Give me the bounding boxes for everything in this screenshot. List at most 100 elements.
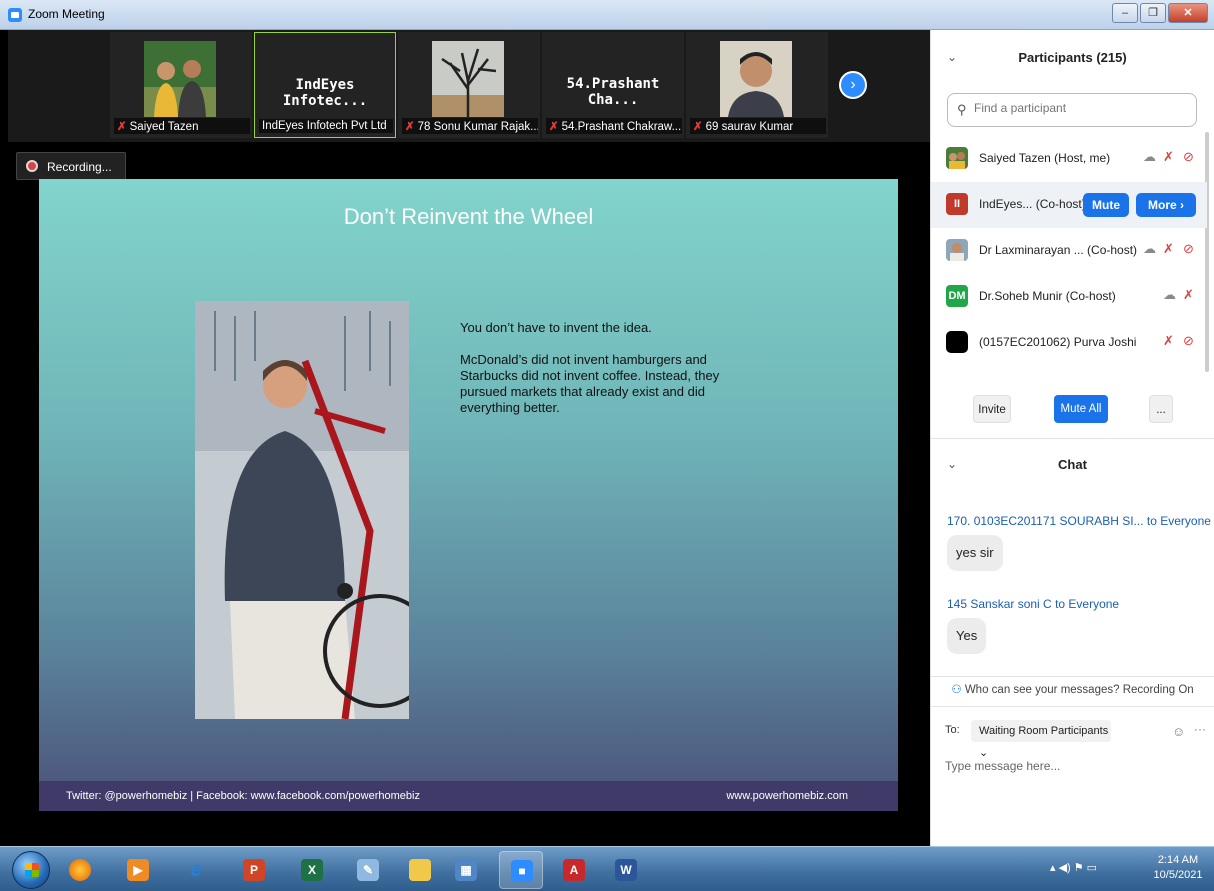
participant-row[interactable]: Saiyed Tazen (Host, me) ☁ ✗ ⊘ xyxy=(931,136,1207,182)
video-off-icon[interactable]: ⊘ xyxy=(1183,333,1194,349)
taskbar-file-explorer[interactable] xyxy=(398,851,442,889)
video-tile-label: Saiyed Tazen xyxy=(129,121,199,133)
chat-message-input[interactable]: Type message here... xyxy=(945,759,1060,773)
mute-all-button[interactable]: Mute All xyxy=(1054,395,1108,423)
mic-off-icon: ✗ xyxy=(117,121,127,133)
next-page-icon[interactable]: › xyxy=(839,71,867,99)
chat-more-icon[interactable]: ··· xyxy=(1194,722,1206,736)
photo-viewer-icon: ▦ xyxy=(455,859,477,881)
video-tile-label: IndEyes Infotech Pvt Ltd xyxy=(262,120,387,132)
taskbar-media-player[interactable]: ▶ xyxy=(116,851,160,889)
clock-date: 10/5/2021 xyxy=(1153,869,1203,881)
chat-sender: 145 Sanskar soni C to Everyone xyxy=(947,597,1120,611)
side-panel: ⌄ Participants (215) ⚲ Saiyed Tazen (Hos… xyxy=(930,30,1214,846)
panel-divider xyxy=(931,676,1214,677)
mute-button[interactable]: Mute xyxy=(1083,193,1129,217)
chat-message: Yes xyxy=(947,618,987,654)
mic-off-icon[interactable]: ✗ xyxy=(1163,149,1174,165)
participant-row[interactable]: (0157EC201062) Purva Joshi ✗ ⊘ xyxy=(931,320,1207,366)
video-tile-label: 78 Sonu Kumar Rajak... xyxy=(417,121,538,133)
chat-title: Chat xyxy=(1058,457,1087,472)
slide-paragraph: McDonald’s did not invent hamburgers and… xyxy=(460,352,720,415)
zoom-meeting-window: Zoom Meeting ‒ ❐ ✕ ✗ Saiyed Tazen IndEye… xyxy=(0,0,1214,891)
system-clock[interactable]: 2:14 AM 10/5/2021 xyxy=(1148,853,1208,883)
participant-name: Dr.Soheb Munir (Co-host) xyxy=(979,289,1116,303)
taskbar-excel[interactable]: X xyxy=(290,851,334,889)
video-tile-name: IndEyes Infotec... xyxy=(282,77,368,109)
participant-row[interactable]: DM Dr.Soheb Munir (Co-host) ☁ ✗ xyxy=(931,274,1207,320)
search-input[interactable] xyxy=(974,101,1189,115)
acrobat-icon: A xyxy=(563,859,585,881)
avatar xyxy=(946,331,968,353)
taskbar-zoom[interactable]: ■ xyxy=(499,851,543,889)
video-tile[interactable]: ✗ 69 saurav Kumar xyxy=(686,32,828,138)
more-options-button[interactable]: ... xyxy=(1149,395,1173,423)
maximize-button[interactable]: ❐ xyxy=(1140,3,1166,23)
record-icon xyxy=(26,160,38,172)
internet-explorer-icon: e xyxy=(190,859,202,881)
meeting-area: ✗ Saiyed Tazen IndEyes Infotec... IndEyes… xyxy=(8,30,930,846)
mic-off-icon[interactable]: ✗ xyxy=(1163,333,1174,349)
video-tile[interactable]: ✗ Saiyed Tazen xyxy=(110,32,252,138)
slide-paragraph: You don’t have to invent the idea. xyxy=(460,320,652,335)
cloud-icon: ☁ xyxy=(1163,287,1176,302)
invite-button[interactable]: Invite xyxy=(973,395,1011,423)
cloud-icon: ☁ xyxy=(1143,149,1156,164)
paint-icon: ✎ xyxy=(357,859,379,881)
windows-taskbar: ▶ e P X ✎ ▦ ■ A W ▴ ◀) ⚑ ▭ 2:14 AM 10/5/… xyxy=(0,846,1214,891)
participant-row[interactable]: II IndEyes... (Co-host) Mute More › xyxy=(931,182,1207,228)
participant-row[interactable]: Dr Laxminarayan ... (Co-host) ☁ ✗ ⊘ xyxy=(931,228,1207,274)
taskbar-paint[interactable]: ✎ xyxy=(346,851,390,889)
recording-label: Recording... xyxy=(47,160,112,174)
slide-body: You don’t have to invent the idea. McDon… xyxy=(460,320,730,432)
participant-photo xyxy=(144,41,216,117)
shared-screen-slide: Don’t Reinvent the Wheel You don’t have … xyxy=(39,179,898,811)
video-thumbnail-strip: ✗ Saiyed Tazen IndEyes Infotec... IndEyes… xyxy=(8,30,930,142)
taskbar-word[interactable]: W xyxy=(604,851,648,889)
video-tile-label: 54.Prashant Chakraw... xyxy=(561,121,682,133)
slide-photo xyxy=(195,301,409,719)
video-tile-label: 69 saurav Kumar xyxy=(705,121,794,133)
taskbar-internet-explorer[interactable]: e xyxy=(174,851,218,889)
close-button[interactable]: ✕ xyxy=(1168,3,1208,23)
more-button[interactable]: More › xyxy=(1136,193,1196,217)
chat-message: yes sir xyxy=(947,535,1003,571)
participant-photo xyxy=(720,41,792,117)
minimize-button[interactable]: ‒ xyxy=(1112,3,1138,23)
zoom-icon: ■ xyxy=(511,860,533,882)
avatar xyxy=(946,239,968,261)
clock-time: 2:14 AM xyxy=(1157,854,1199,866)
chat-visibility-notice[interactable]: ⚇ Who can see your messages? Recording O… xyxy=(931,682,1214,696)
taskbar-acrobat[interactable]: A xyxy=(552,851,596,889)
firefox-icon xyxy=(69,859,91,881)
taskbar-powerpoint[interactable]: P xyxy=(232,851,276,889)
panel-divider xyxy=(931,706,1214,707)
video-off-icon[interactable]: ⊘ xyxy=(1183,241,1194,257)
emoji-icon[interactable]: ☺ xyxy=(1172,724,1185,739)
window-controls: ‒ ❐ ✕ xyxy=(1112,3,1208,23)
taskbar-photo-viewer[interactable]: ▦ xyxy=(444,851,488,889)
video-tile[interactable]: ✗ 78 Sonu Kumar Rajak... xyxy=(398,32,540,138)
title-bar: Zoom Meeting ‒ ❐ ✕ xyxy=(0,0,1214,30)
slide-title: Don’t Reinvent the Wheel xyxy=(343,204,594,229)
panel-divider xyxy=(931,438,1214,439)
zoom-app-icon xyxy=(8,8,22,22)
chat-recipient-select[interactable]: Waiting Room Participants ⌄ xyxy=(971,720,1111,759)
video-off-icon[interactable]: ⊘ xyxy=(1183,149,1194,165)
mic-off-icon[interactable]: ✗ xyxy=(1163,241,1174,257)
system-tray-icons[interactable]: ▴ ◀) ⚑ ▭ xyxy=(1050,861,1097,874)
participant-search[interactable]: ⚲ xyxy=(947,93,1197,127)
avatar: DM xyxy=(946,285,968,307)
user-info-icon: ⚇ xyxy=(951,684,965,696)
video-tile[interactable]: 54.Prashant Cha... ✗ 54.Prashant Chakraw.… xyxy=(542,32,684,138)
participant-name: IndEyes... (Co-host) xyxy=(979,197,1086,211)
video-tile[interactable]: IndEyes Infotec... IndEyes Infotech Pvt … xyxy=(254,32,396,138)
cloud-icon: ☁ xyxy=(1143,241,1156,256)
start-button[interactable] xyxy=(12,851,50,889)
recording-indicator[interactable]: Recording... xyxy=(16,152,126,180)
mic-off-icon[interactable]: ✗ xyxy=(1183,287,1194,303)
mic-off-icon: ✗ xyxy=(693,121,703,133)
taskbar-firefox[interactable] xyxy=(58,851,102,889)
chat-to-label: To: xyxy=(945,724,960,736)
participant-name: Saiyed Tazen (Host, me) xyxy=(979,151,1111,165)
